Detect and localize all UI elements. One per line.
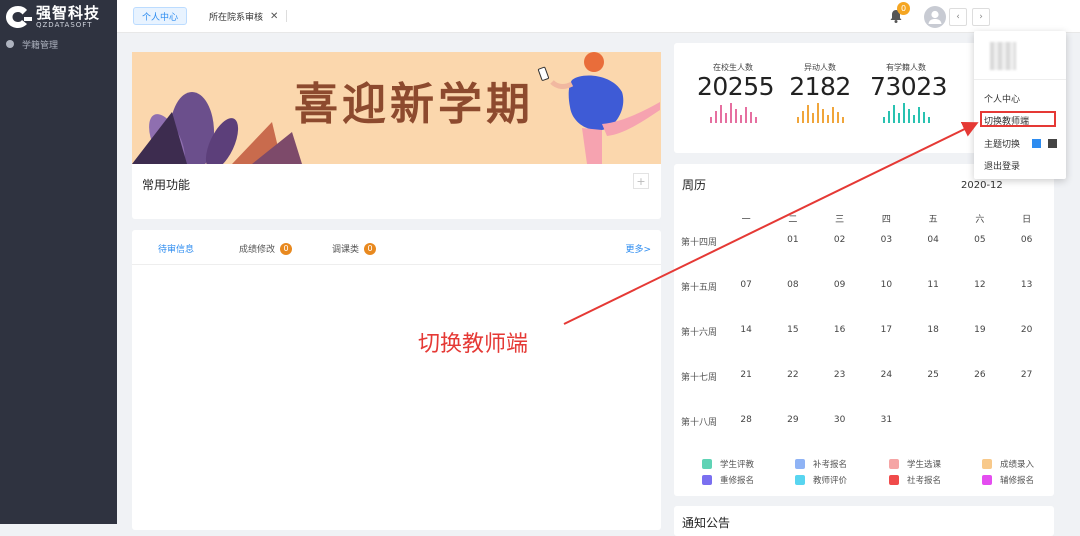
annotation-arrow: [563, 122, 979, 325]
annotation-label: 切换教师端: [418, 332, 529, 357]
